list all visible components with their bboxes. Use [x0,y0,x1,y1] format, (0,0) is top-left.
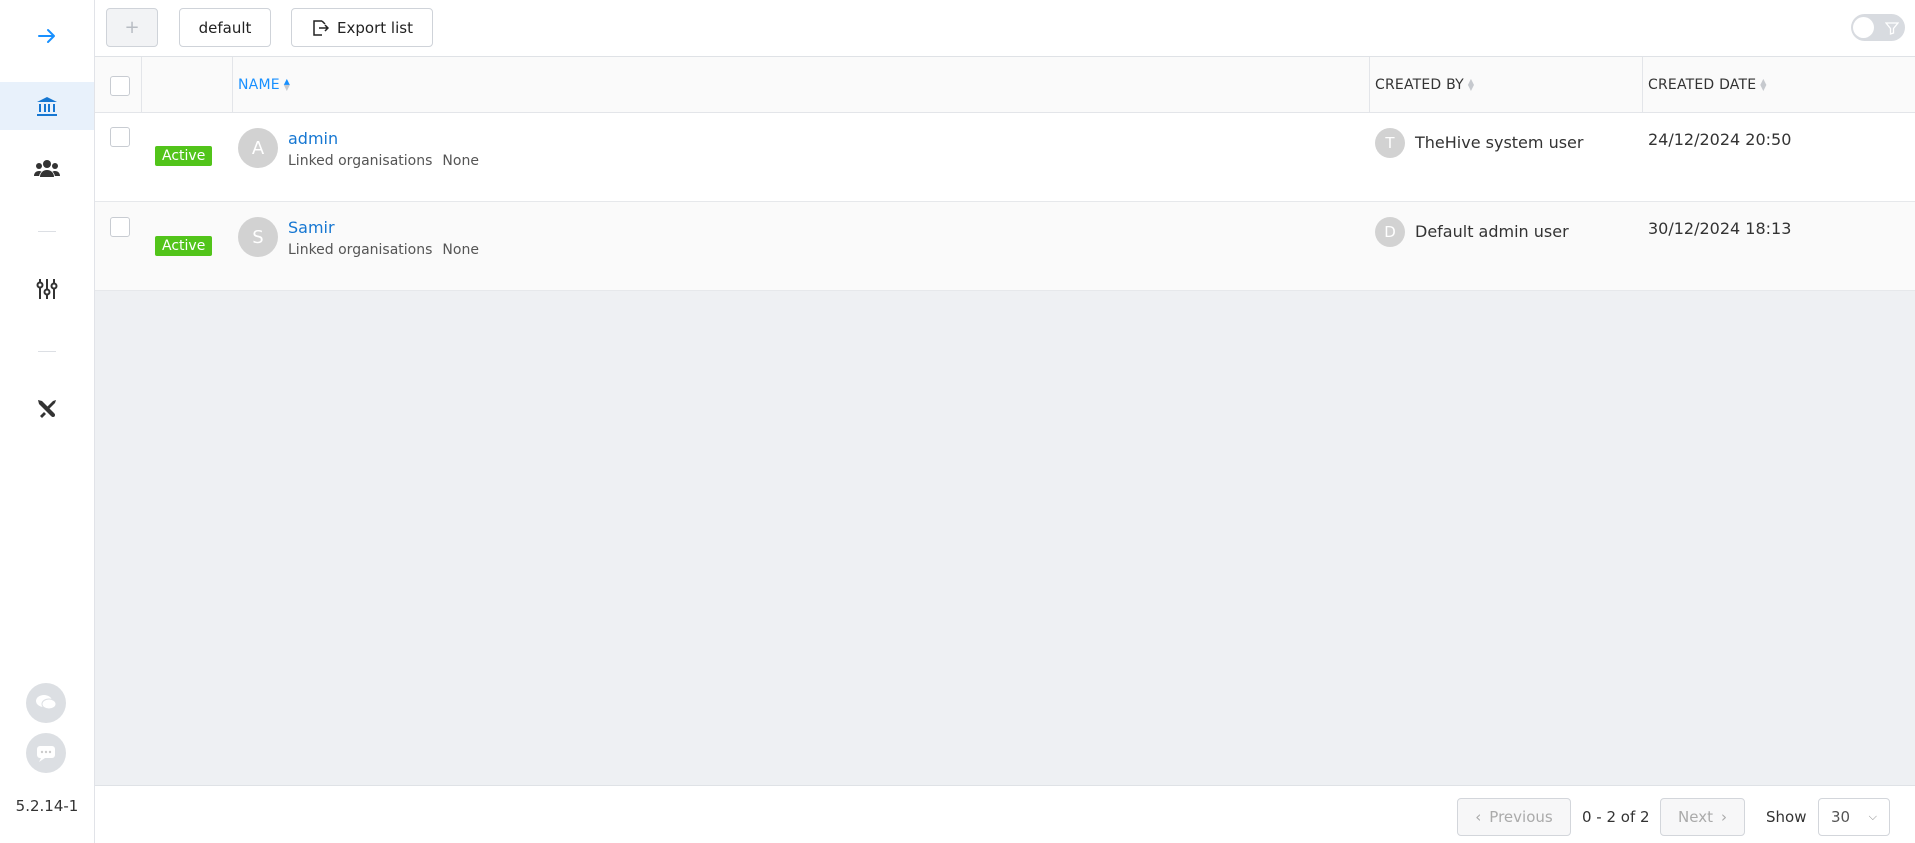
users-icon [34,160,60,177]
bank-icon [37,97,57,116]
linked-organisations: Linked organisations None [288,242,479,258]
created-by-header-label: CREATED BY [1375,77,1464,93]
created-date-value: 24/12/2024 20:50 [1648,130,1792,149]
plus-icon: + [124,17,140,38]
sidebar-divider [38,351,56,352]
linked-organisations: Linked organisations None [288,153,479,169]
page-size-select[interactable]: 30 ⌵ [1818,798,1890,836]
sidebar-item-platform-management[interactable] [0,385,94,433]
sidebar-divider [38,231,56,232]
linked-organisations-label: Linked organisations [288,242,433,258]
chevron-down-icon: ⌵ [1868,810,1877,823]
chat-bubbles-button[interactable] [26,683,66,723]
table-row[interactable]: Active A admin Linked organisations None … [95,113,1915,202]
previous-label: Previous [1489,808,1553,826]
pagination-range: 0 - 2 of 2 [1582,808,1650,826]
linked-organisations-label: Linked organisations [288,153,433,169]
next-page-button[interactable]: Next › [1660,798,1745,836]
column-header-created-date[interactable]: CREATED DATE ▲ ▼ [1648,57,1767,113]
sidebar-item-organisations[interactable] [0,82,94,130]
pagination-bar: ‹ Previous 0 - 2 of 2 Next › Show 30 ⌵ [95,785,1915,843]
main-content: + default Export list NAME ▲ ▼ CREATED BY… [95,0,1915,843]
export-list-button[interactable]: Export list [291,8,433,47]
created-date-header-label: CREATED DATE [1648,77,1757,93]
row-checkbox[interactable] [110,127,130,147]
status-badge: Active [155,236,213,256]
created-date-value: 30/12/2024 18:13 [1648,219,1792,238]
export-list-label: Export list [337,18,413,37]
linked-organisations-value: None [442,153,479,169]
sort-icon: ▲ ▼ [1760,77,1767,92]
arrow-right-icon [38,29,55,43]
creator-avatar: D [1375,217,1405,247]
app-version: 5.2.14-1 [15,797,79,815]
created-by-value: TheHive system user [1415,133,1584,152]
export-icon [313,19,330,36]
sidebar: 5.2.14-1 [0,0,95,843]
row-checkbox[interactable] [110,217,130,237]
column-divider [1369,57,1370,113]
column-header-created-by[interactable]: CREATED BY ▲ ▼ [1375,57,1474,113]
linked-organisations-value: None [442,242,479,258]
sort-icon: ▲ ▼ [1467,77,1475,92]
page-size-value: 30 [1831,808,1851,826]
expand-sidebar-button[interactable] [0,12,94,60]
table-row[interactable]: Active S Samir Linked organisations None … [95,202,1915,291]
filter-toggle[interactable] [1851,14,1905,41]
sidebar-item-settings[interactable] [0,265,94,313]
column-header-name[interactable]: NAME ▲ ▼ [238,57,290,113]
chevron-left-icon: ‹ [1475,808,1482,826]
avatar: S [238,217,278,257]
show-label: Show [1766,808,1807,826]
previous-page-button[interactable]: ‹ Previous [1457,798,1571,836]
sort-icon: ▲ ▼ [283,77,291,92]
default-filter-label: default [198,18,252,37]
toolbar: + default Export list [95,0,1915,57]
organisation-name-link[interactable]: Samir [288,218,335,237]
add-button[interactable]: + [106,8,158,47]
sidebar-item-users[interactable] [0,145,94,193]
table-header: NAME ▲ ▼ CREATED BY ▲ ▼ CREATED DATE ▲ ▼ [95,57,1915,113]
filter-icon [1885,22,1899,35]
default-filter-button[interactable]: default [179,8,271,47]
chat-icon [37,746,55,762]
avatar: A [238,128,278,168]
column-divider [141,57,142,113]
organisation-name-link[interactable]: admin [288,129,338,148]
creator-avatar: T [1375,128,1405,158]
select-all-checkbox[interactable] [110,76,130,96]
sliders-icon [36,279,58,299]
column-divider [1642,57,1643,113]
status-badge: Active [155,146,213,166]
name-header-label: NAME [238,77,280,93]
column-divider [232,57,233,113]
tools-icon [38,400,56,418]
toggle-knob [1853,17,1874,38]
next-label: Next [1678,808,1713,826]
created-by-value: Default admin user [1415,222,1569,241]
chevron-right-icon: › [1720,808,1727,826]
chat-bubbles-icon [36,695,57,710]
chat-button[interactable] [26,733,66,773]
